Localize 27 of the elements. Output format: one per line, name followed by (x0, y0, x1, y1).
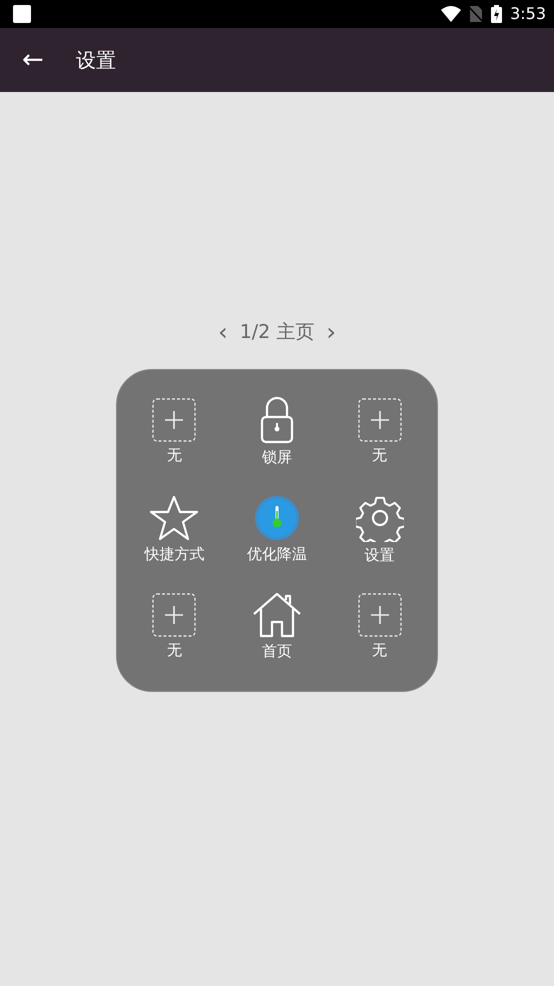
shortcut-button[interactable]: 首页 (226, 578, 328, 676)
lock-icon (258, 396, 295, 444)
battery-charging-icon (491, 5, 502, 23)
add-icon (152, 593, 196, 638)
shortcut-button[interactable]: 优化降温 (226, 481, 328, 579)
page-title: 设置 (76, 47, 116, 74)
thermometer-icon (254, 494, 300, 541)
shortcut-button[interactable]: 锁屏 (226, 384, 328, 482)
shortcut-button[interactable]: 无 (328, 384, 431, 482)
shortcut-button[interactable]: 无 (123, 578, 226, 676)
star-icon (149, 494, 200, 541)
no-sim-icon (469, 5, 484, 23)
shortcut-button[interactable]: 设置 (328, 481, 431, 579)
previous-page-button[interactable]: ‹ (210, 320, 236, 344)
back-button[interactable]: ← (12, 47, 54, 73)
add-icon (358, 398, 402, 442)
home-icon (252, 592, 302, 638)
wifi-icon (441, 6, 462, 22)
clock-time: 3:53 (510, 3, 546, 25)
add-icon (358, 593, 402, 638)
next-page-button[interactable]: › (318, 320, 344, 344)
notification-icon (12, 4, 32, 24)
shortcut-button[interactable]: 无 (123, 384, 226, 482)
shortcut-button[interactable]: 快捷方式 (123, 481, 226, 579)
shortcut-button[interactable]: 无 (328, 578, 431, 676)
page-indicator: 1/2 主页 (240, 320, 314, 345)
add-icon (152, 398, 196, 442)
